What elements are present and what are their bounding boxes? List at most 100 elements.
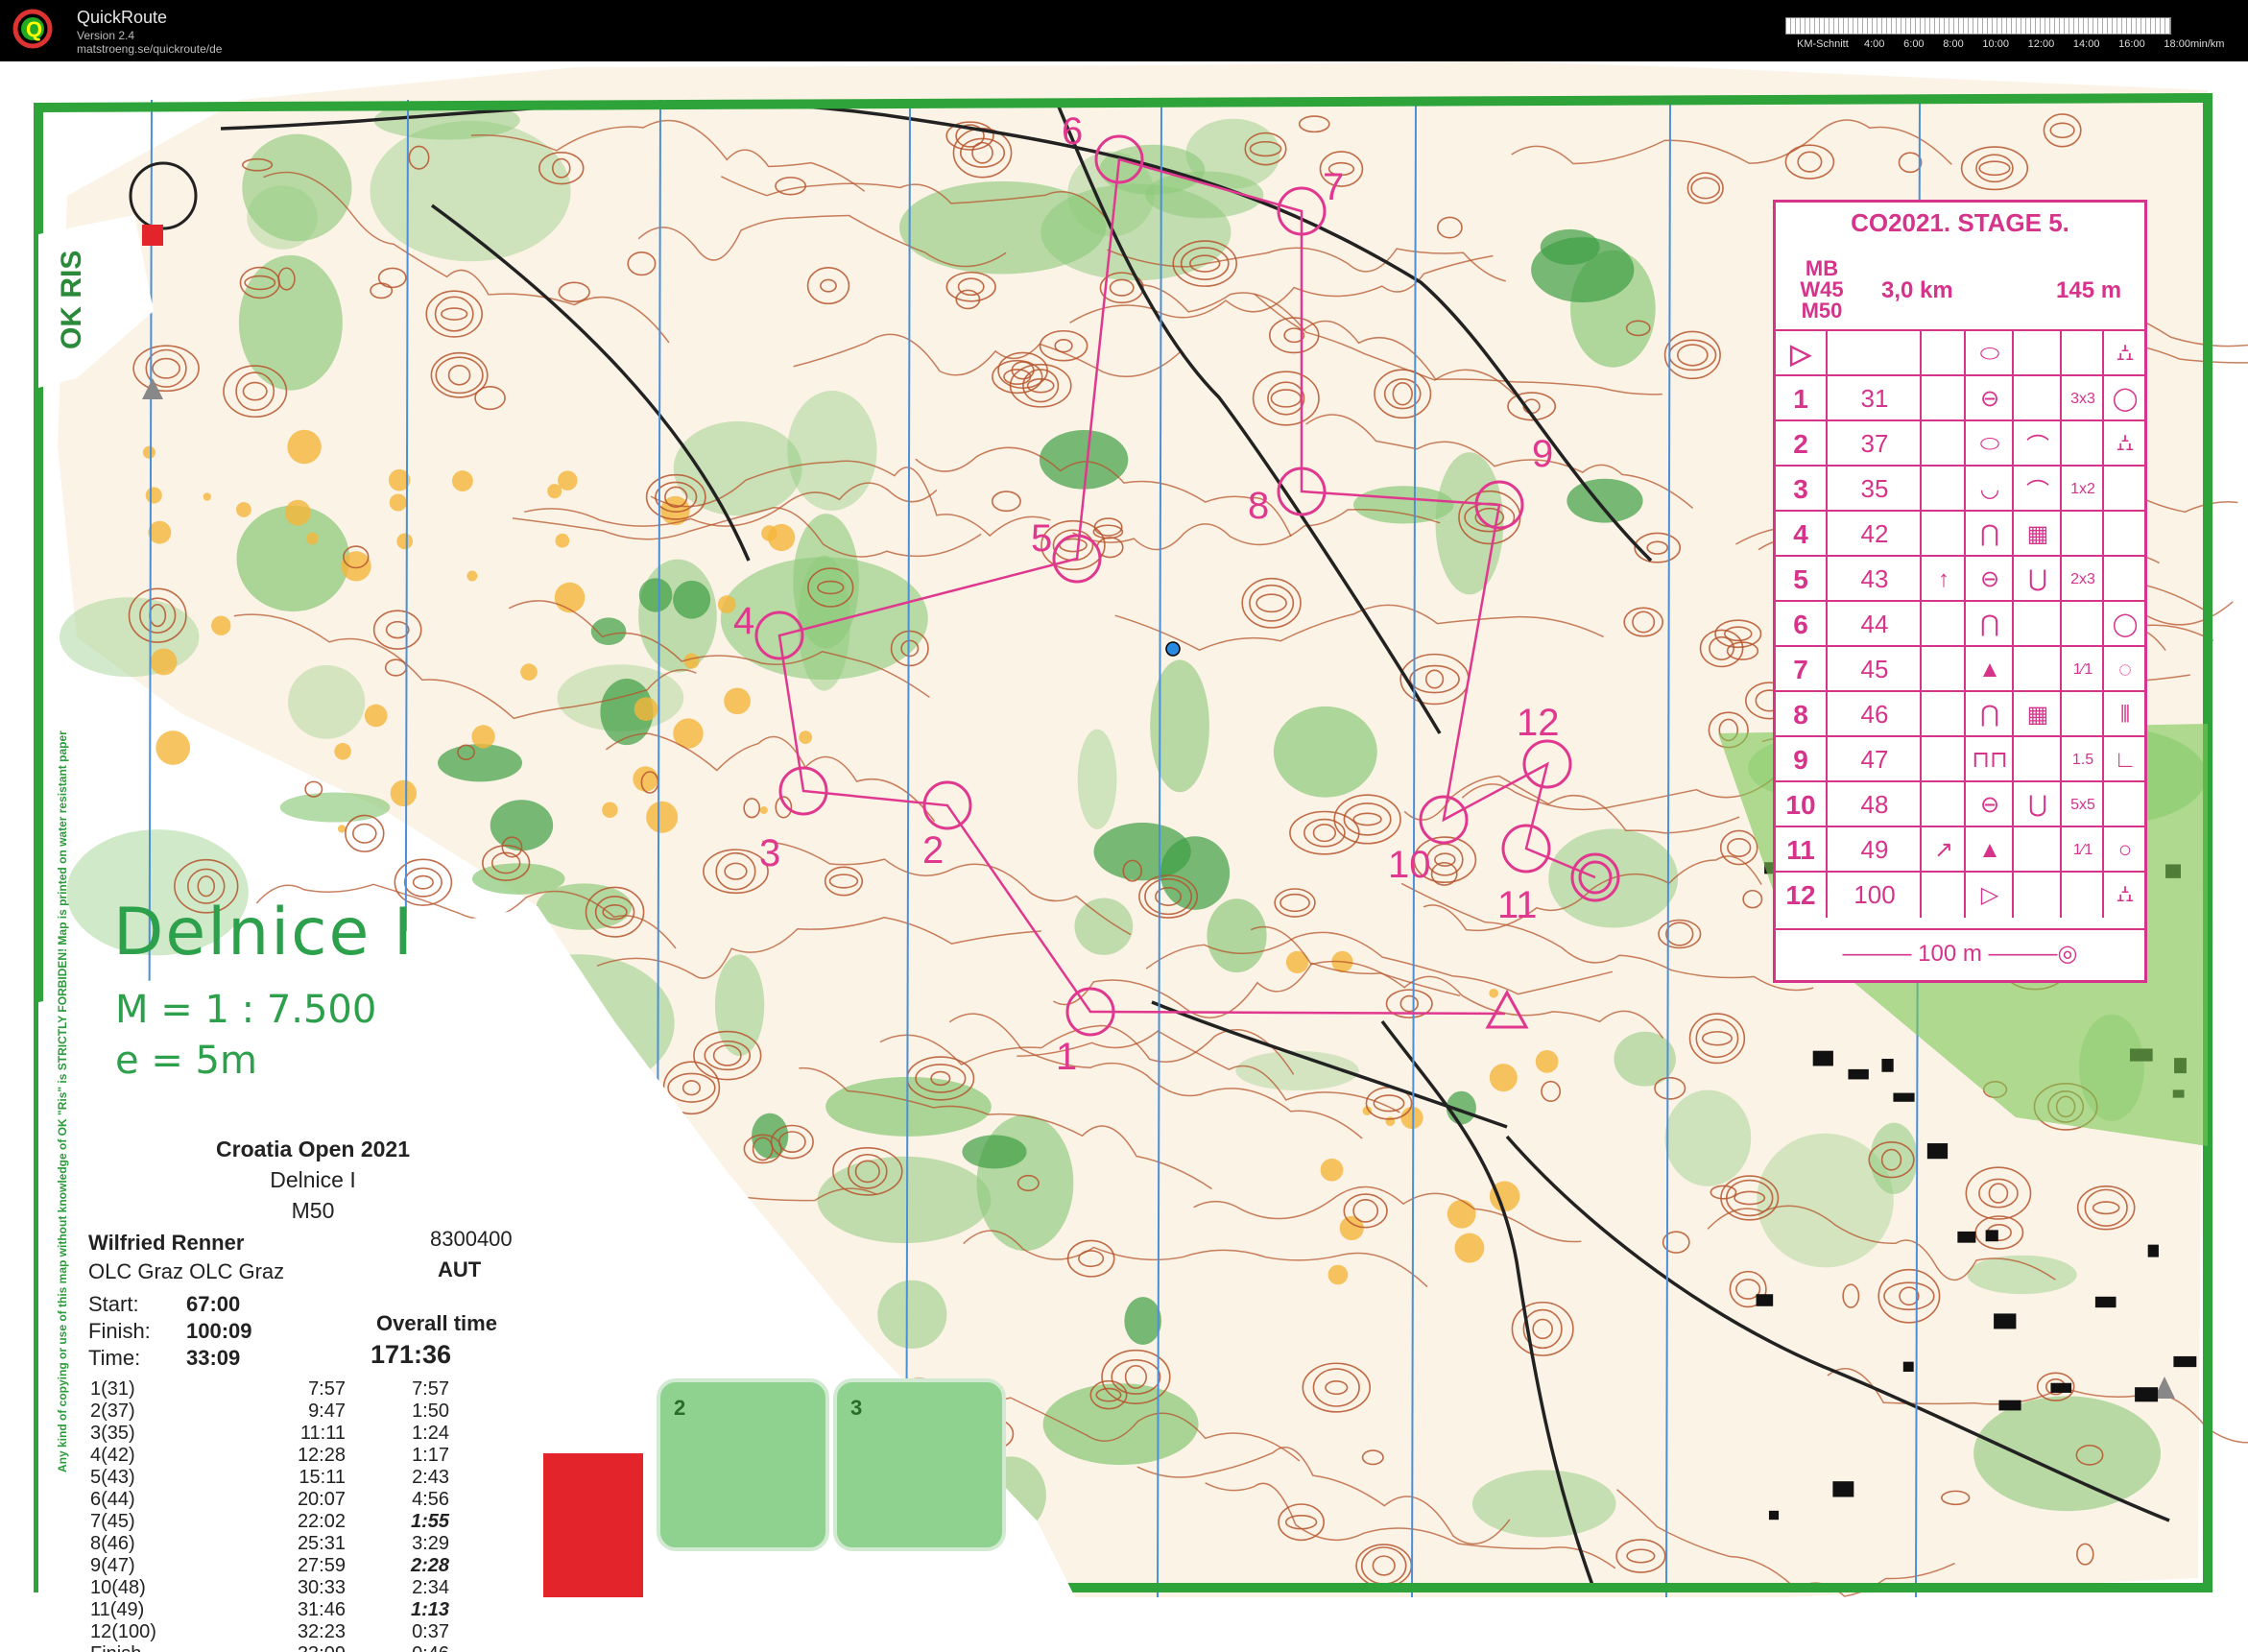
control-cell-e <box>2060 421 2104 467</box>
control-cell-d: ⋃ <box>2012 557 2062 602</box>
control-row: 6 44 ⋂ ◯ <box>1776 600 2144 647</box>
split-row: 8(46) 25:31 3:29 <box>83 1533 543 1554</box>
control-cell-e: 3x3 <box>2060 376 2104 421</box>
pace-tick-label: 18:00 <box>2164 38 2190 50</box>
control-cell-f: ◯ <box>2102 376 2146 421</box>
control-cell-b <box>1920 467 1966 512</box>
open-land <box>1327 1264 1349 1285</box>
control-cell-code: 100 <box>1826 873 1922 918</box>
dense-vegetation <box>673 580 711 619</box>
control-cell-d <box>2012 602 2062 647</box>
control-description-card: CO2021. STAGE 5. MB W45 M50 3,0 km 145 m… <box>1773 200 2147 983</box>
control-cell-c: ⊖ <box>1964 557 2014 602</box>
split-leg: 1:17 <box>412 1445 449 1466</box>
building <box>1998 1400 2021 1411</box>
building <box>1768 1510 1780 1520</box>
split-cumulative: 27:59 <box>297 1555 346 1576</box>
dense-vegetation <box>438 744 523 782</box>
pace-tick-label: 4:00 <box>1864 38 1885 50</box>
split-cumulative: 9:47 <box>308 1401 346 1422</box>
control-cell-f: ◯ <box>2102 602 2146 647</box>
split-cumulative: 20:07 <box>297 1489 346 1510</box>
control-number: 2 <box>922 829 944 872</box>
control-number: 11 <box>1497 884 1538 926</box>
control-cell-b <box>1920 331 1966 376</box>
control-card-footer: ——— 100 m ———◎ <box>1776 928 2144 976</box>
split-control: 8(46) <box>90 1533 135 1554</box>
open-land <box>1320 1158 1344 1182</box>
si-number: 8300400 <box>430 1227 513 1251</box>
control-cell-code: 43 <box>1826 557 1922 602</box>
open-land <box>1400 1106 1423 1130</box>
map-equidistance: e = 5m <box>115 1039 257 1083</box>
building <box>1832 1481 1854 1497</box>
control-cell-num: 11 <box>1786 834 1815 865</box>
control-cell-c: ⋂ <box>1964 512 2014 557</box>
vegetation-area <box>638 559 717 673</box>
split-row: 10(48) 30:33 2:34 <box>83 1577 543 1598</box>
control-cell-b: ↗ <box>1920 827 1966 873</box>
control-cell-code: 37 <box>1826 421 1922 467</box>
control-cell-f: ⦀ <box>2102 692 2146 737</box>
vegetation-area <box>1077 729 1117 829</box>
total-time: 33:09 <box>186 1346 241 1370</box>
building <box>1812 1050 1833 1066</box>
control-cell-e <box>2060 873 2104 918</box>
control-cell-d <box>2012 827 2062 873</box>
map-canvas[interactable]: 1 2 3 4 5 6 7 8 9 10 11 12 OK RIS Any kind of copyi… <box>0 61 2248 1652</box>
split-control: 4(42) <box>90 1445 135 1466</box>
vegetation-area <box>1471 1470 1616 1538</box>
split-leg: 1:50 <box>412 1401 449 1422</box>
split-row: 1(31) 7:57 7:57 <box>83 1378 543 1400</box>
control-number: 8 <box>1248 485 1269 527</box>
building <box>1756 1294 1774 1306</box>
open-land <box>1454 1233 1485 1263</box>
control-cell-e <box>2060 602 2104 647</box>
split-leg: 2:43 <box>412 1467 449 1488</box>
split-control: 9(47) <box>90 1555 135 1576</box>
open-land <box>1535 1049 1559 1073</box>
split-control: 11(49) <box>90 1599 145 1620</box>
control-cell-c: ▲ <box>1964 827 2014 873</box>
overall-label: Overall time <box>376 1311 497 1335</box>
water-point <box>1165 641 1181 657</box>
control-row: 11 49 ↗ ▲ 1⁄1 ○ <box>1776 826 2144 873</box>
course-climb: 145 m <box>2056 277 2122 303</box>
control-cell-num: 4 <box>1793 518 1808 549</box>
vegetation-area <box>370 120 571 262</box>
split-row: 4(42) 12:28 1:17 <box>83 1445 543 1466</box>
app-url[interactable]: matstroeng.se/quickroute/de <box>77 42 222 56</box>
control-cell-e: 2x3 <box>2060 557 2104 602</box>
split-leg: 7:57 <box>412 1378 449 1400</box>
control-cell-b <box>1920 692 1966 737</box>
control-number: 5 <box>1031 517 1052 560</box>
split-cumulative: 32:23 <box>297 1621 346 1642</box>
open-land <box>547 484 562 499</box>
svg-text:Q: Q <box>26 17 42 41</box>
pace-color-scale[interactable] <box>1785 17 2171 35</box>
open-land <box>1489 1064 1518 1092</box>
result-slip: Croatia Open 2021 Delnice I M50 Wilfried… <box>83 1100 543 1652</box>
map-title: Delnice I <box>113 895 415 970</box>
vegetation-area <box>1435 452 1504 595</box>
logo-box-number: 3 <box>850 1396 863 1420</box>
split-row: 2(37) 9:47 1:50 <box>83 1401 543 1422</box>
time-label: Time: <box>88 1346 141 1370</box>
split-leg: 0:37 <box>412 1621 449 1642</box>
pace-scale-unit: min/km <box>2190 38 2225 50</box>
building <box>2147 1244 2159 1257</box>
control-cell-f: ⛼ <box>2102 421 2146 467</box>
open-land <box>799 730 813 745</box>
control-cell-d: ⋃ <box>2012 782 2062 827</box>
club-logo: OK RIS <box>56 250 87 349</box>
title-bar: Q QuickRoute Version 2.4 matstroeng.se/q… <box>0 0 2248 61</box>
vegetation-area <box>238 254 343 391</box>
control-cell-num: 7 <box>1793 654 1808 684</box>
split-leg: 1:24 <box>412 1423 449 1444</box>
split-cumulative: 31:46 <box>297 1599 346 1620</box>
split-leg: 2:34 <box>412 1577 449 1598</box>
split-leg: 0:46 <box>392 1643 449 1652</box>
building <box>1902 1361 1914 1373</box>
control-cell-f <box>2102 512 2146 557</box>
dense-vegetation <box>1093 823 1191 881</box>
